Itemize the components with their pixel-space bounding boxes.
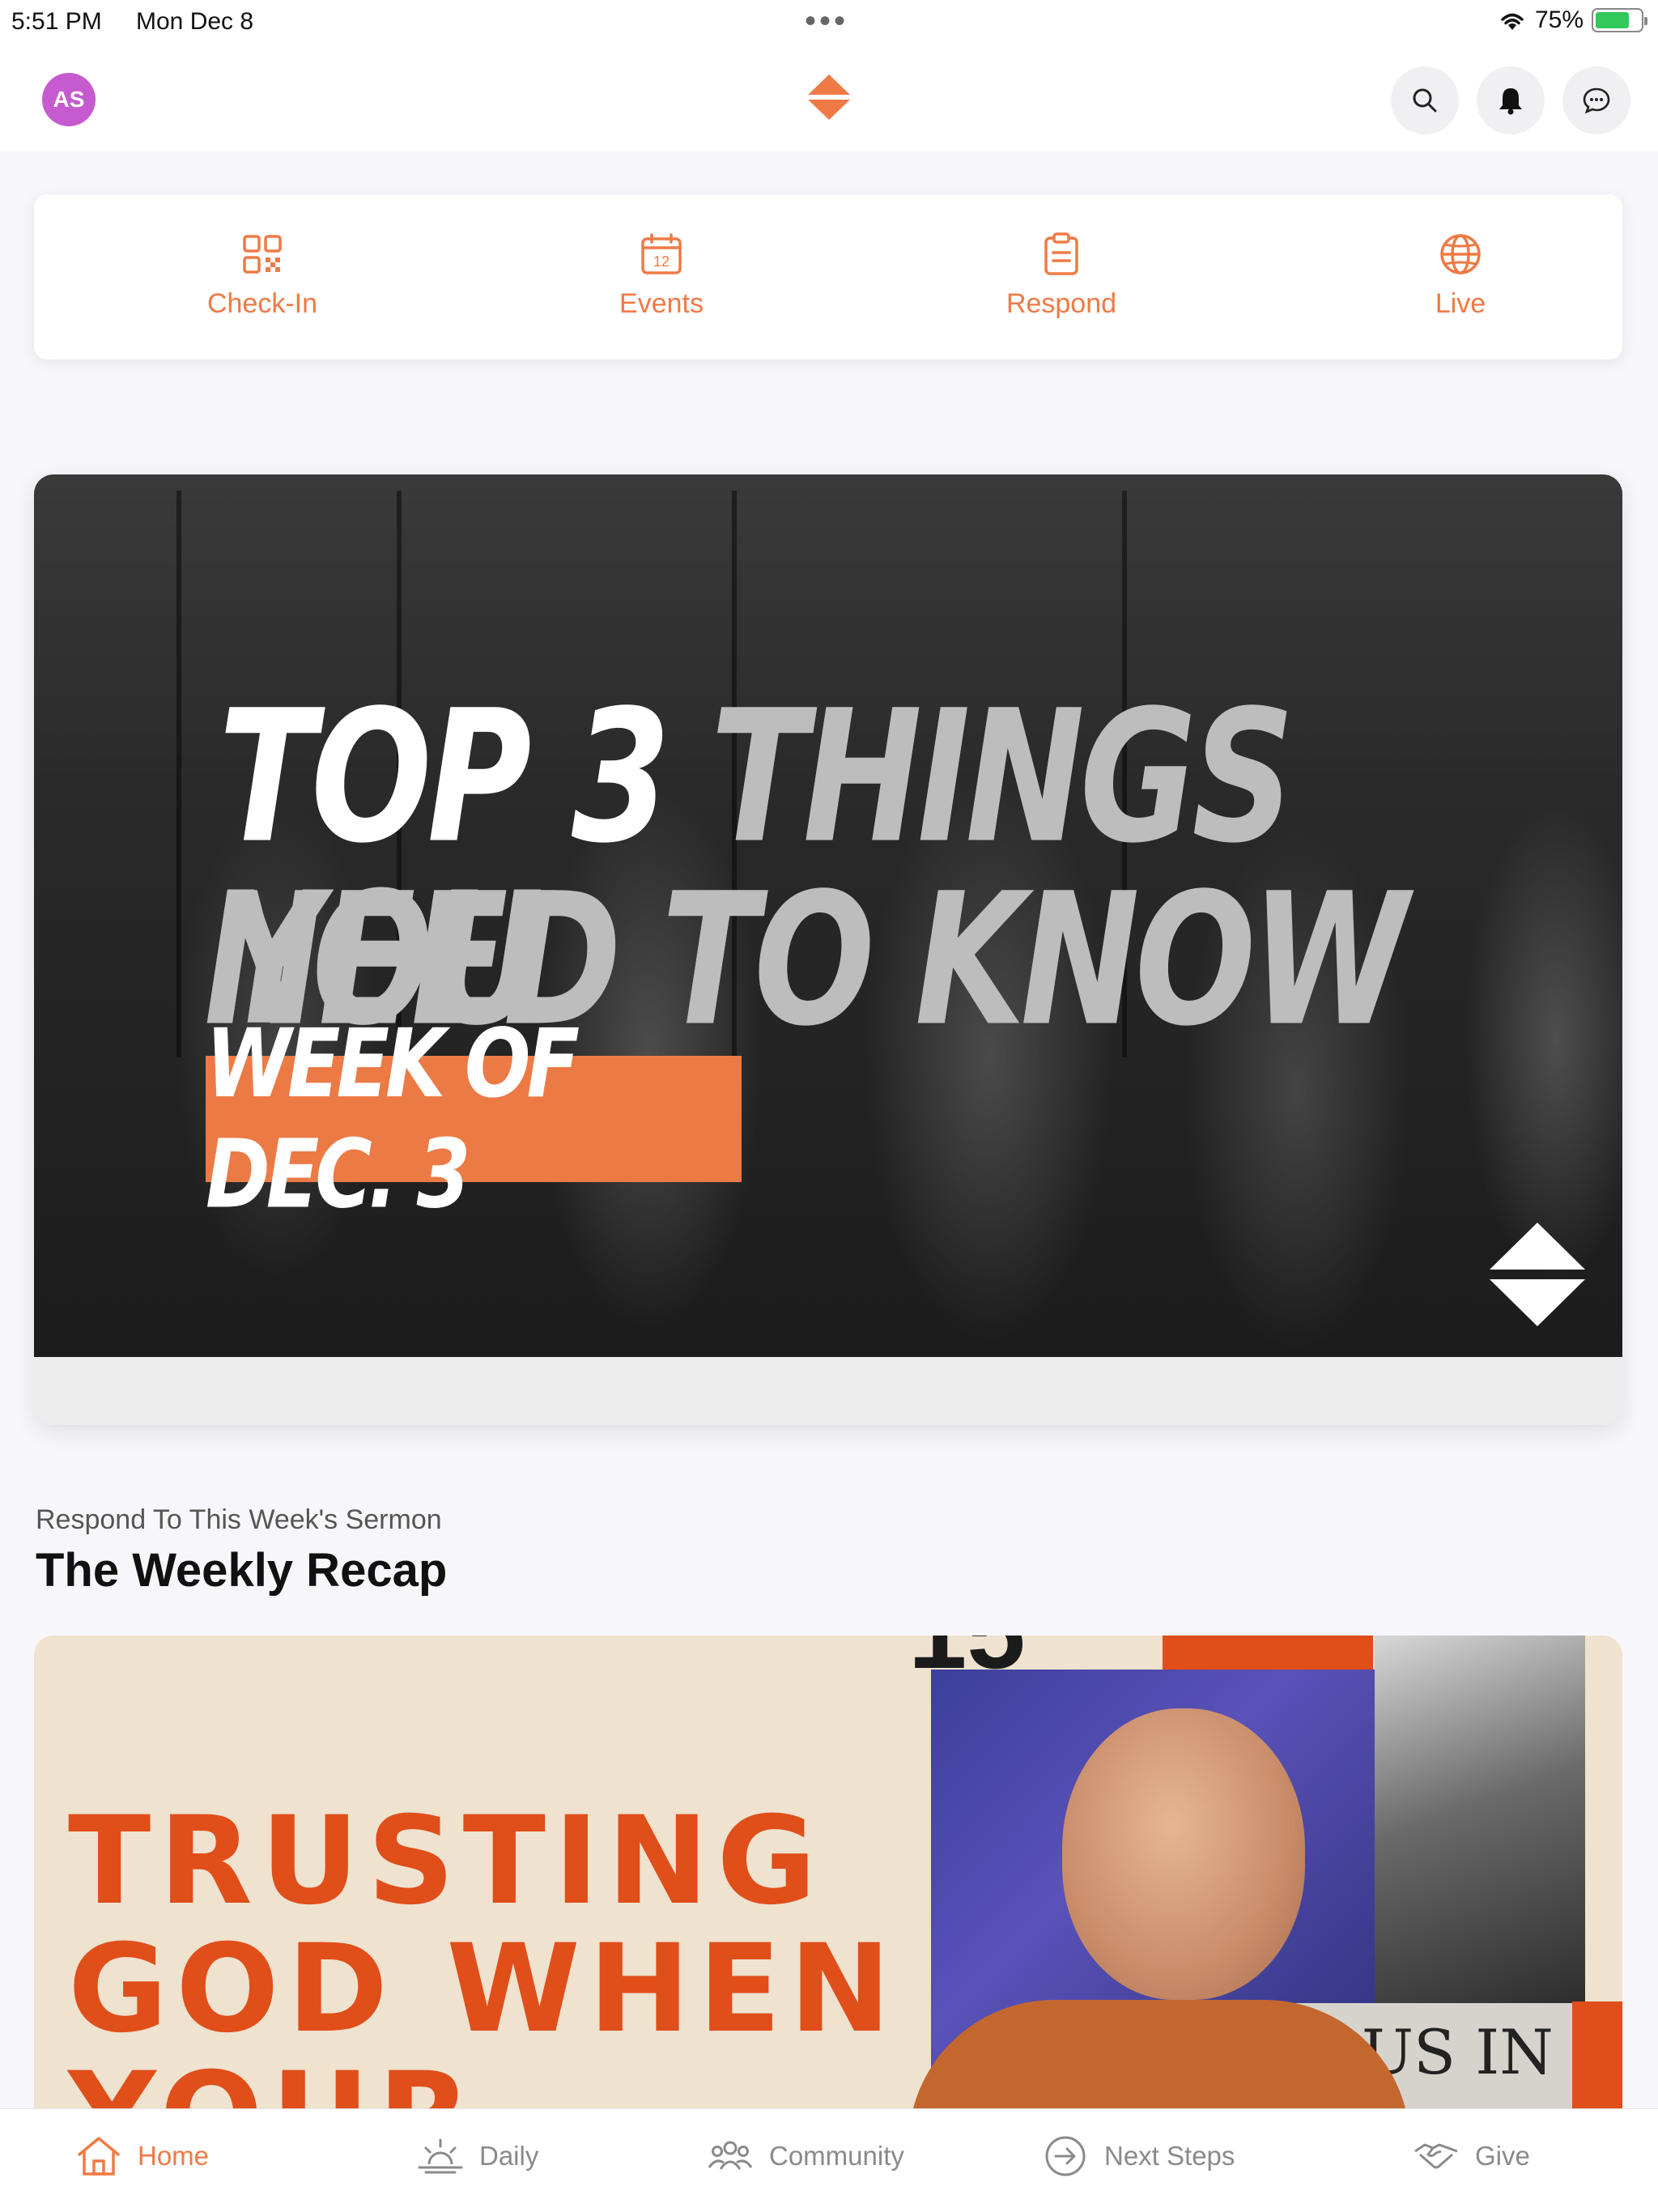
hero-date-tag: WEEK OF DEC. 3 xyxy=(206,1008,742,1230)
collage-photo-bw xyxy=(1375,1636,1585,2016)
status-date: Mon Dec 8 xyxy=(136,8,254,35)
live-button[interactable]: Live xyxy=(1339,232,1582,320)
tab-give-label: Give xyxy=(1475,2141,1530,2171)
avatar-initials: AS xyxy=(53,87,85,112)
search-button[interactable] xyxy=(1391,66,1459,134)
home-icon xyxy=(78,2137,120,2176)
chat-icon xyxy=(1583,87,1610,114)
tab-give[interactable]: Give xyxy=(1412,2133,1530,2179)
tab-home-label: Home xyxy=(138,2141,210,2171)
featured-post-card[interactable]: TOP 3 THINGS YOU NEED TO KNOW WEEK OF DE… xyxy=(34,474,1622,1425)
handshake-icon xyxy=(1414,2143,1458,2169)
events-label: Events xyxy=(619,288,704,319)
tab-community[interactable]: Community xyxy=(706,2133,904,2179)
events-button[interactable]: 12 Events xyxy=(540,232,783,320)
section-subtitle: Respond To This Week's Sermon xyxy=(36,1504,442,1535)
sermon-title-line2: GOD WHEN xyxy=(68,1919,899,2060)
clipboard-icon xyxy=(1044,232,1078,275)
live-label: Live xyxy=(1435,288,1486,319)
tab-next-steps[interactable]: Next Steps xyxy=(1041,2133,1235,2179)
respond-label: Respond xyxy=(1005,288,1117,319)
arrow-circle-icon xyxy=(1045,2136,1086,2176)
messages-button[interactable] xyxy=(1562,66,1630,134)
section-title: The Weekly Recap xyxy=(36,1544,448,1597)
app-header: AS xyxy=(0,47,1658,151)
calendar-icon: 12 xyxy=(641,233,682,274)
tab-next-steps-label: Next Steps xyxy=(1104,2141,1235,2171)
status-bar: 5:51 PM Mon Dec 8 ••• 75% xyxy=(0,0,1658,47)
battery-percent: 75% xyxy=(1534,6,1584,33)
tab-daily-label: Daily xyxy=(479,2141,539,2171)
tab-daily[interactable]: Daily xyxy=(416,2133,538,2179)
weekly-recap-card[interactable]: 15 US IN TRUSTING GOD WHEN YOUR xyxy=(34,1636,1622,2186)
wifi-icon xyxy=(1501,13,1524,30)
globe-icon xyxy=(1440,234,1481,274)
qr-code-icon xyxy=(243,235,282,274)
hero-headline-white: TOP 3 xyxy=(219,670,711,884)
avatar[interactable]: AS xyxy=(42,73,96,126)
calendar-day: 12 xyxy=(653,253,670,270)
hero-date-text: WEEK OF DEC. 3 xyxy=(206,1008,580,1230)
tab-home[interactable]: Home xyxy=(74,2133,209,2179)
bottom-tab-bar: Home Daily Community Next Steps Give xyxy=(0,2108,1658,2212)
sermon-title-line1: TRUSTING xyxy=(68,1791,825,1932)
status-indicators: 75% xyxy=(1498,6,1647,34)
church-logo-icon[interactable] xyxy=(803,71,855,123)
bell-icon xyxy=(1499,88,1522,115)
church-logo-icon xyxy=(1490,1223,1585,1326)
multitasking-dots-icon[interactable]: ••• xyxy=(805,5,848,37)
check-in-button[interactable]: Check-In xyxy=(141,232,384,320)
search-icon xyxy=(1413,88,1437,113)
tab-community-label: Community xyxy=(769,2141,904,2171)
people-icon xyxy=(708,2141,753,2170)
sunrise-icon xyxy=(418,2138,463,2174)
status-time: 5:51 PM xyxy=(11,8,102,35)
check-in-label: Check-In xyxy=(206,288,318,319)
quick-actions-card: Check-In 12 Events Respond Live xyxy=(34,194,1622,359)
battery-icon xyxy=(1592,8,1647,32)
notifications-button[interactable] xyxy=(1477,66,1545,134)
respond-button[interactable]: Respond xyxy=(940,232,1183,320)
